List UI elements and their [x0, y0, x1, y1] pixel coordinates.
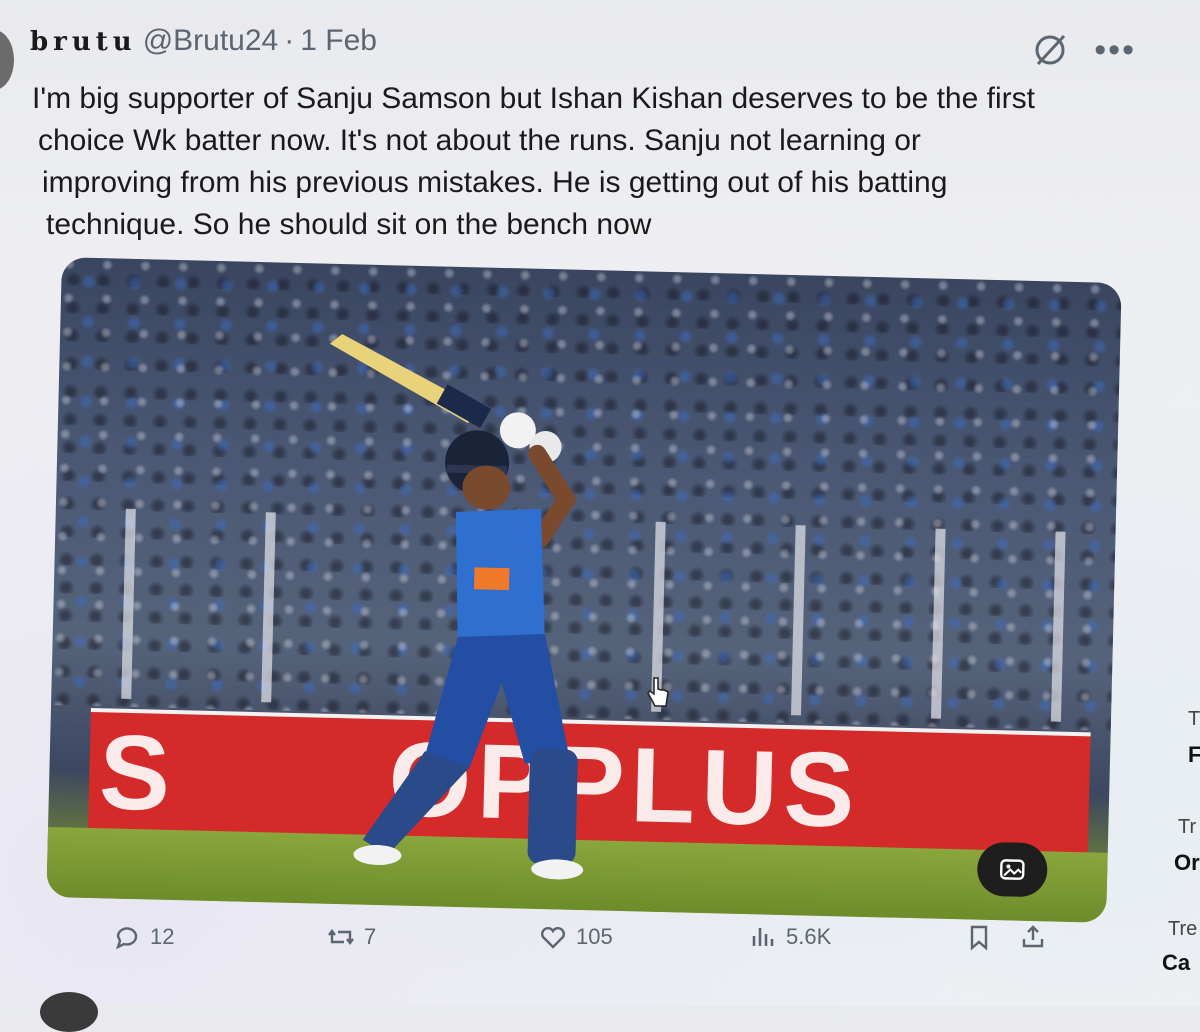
share-icon [1022, 925, 1044, 948]
repost-count: 7 [364, 924, 377, 949]
trend-title[interactable]: Ca [1162, 950, 1190, 976]
handle[interactable]: @Brutu24 [143, 24, 279, 58]
media-alt-badge[interactable] [976, 841, 1048, 898]
tweet-text-line: improving from his previous mistakes. He… [42, 166, 948, 199]
trend-category: T [1188, 708, 1200, 730]
tweet-header: brutu @Brutu24 · 1 Feb [30, 24, 377, 58]
heart-icon [540, 926, 566, 949]
bookmark-icon [970, 925, 988, 951]
like-count: 105 [576, 924, 613, 949]
tweet-text-line: technique. So he should sit on the bench… [46, 208, 652, 241]
header-actions: ••• [1030, 30, 1136, 70]
reply-icon [115, 927, 138, 950]
batter-figure [329, 334, 584, 880]
views-button[interactable]: 5.6K [748, 922, 831, 952]
tweet-text-line: I'm big supporter of Sanju Samson but Is… [32, 82, 1035, 115]
trend-title[interactable]: Or [1174, 850, 1200, 876]
share-button[interactable] [1018, 922, 1048, 952]
avatar[interactable] [0, 30, 14, 90]
repost-icon [328, 929, 354, 945]
views-count: 5.6K [786, 924, 832, 949]
hand-cursor-icon [647, 677, 669, 707]
trend-title[interactable]: F [1188, 742, 1200, 768]
reply-button[interactable]: 12 [112, 922, 174, 952]
tweet-text-line: choice Wk batter now. It's not about the… [38, 124, 921, 157]
like-button[interactable]: 105 [538, 922, 613, 952]
tweet-media-photo[interactable]: S OPPLUS [46, 257, 1122, 923]
reply-count: 12 [150, 924, 175, 949]
header-separator: · [284, 24, 295, 57]
display-name[interactable]: brutu [30, 27, 137, 57]
trend-category: Tre [1168, 918, 1198, 940]
post-date[interactable]: 1 Feb [300, 24, 377, 58]
image-alt-icon [999, 859, 1025, 880]
tweet-actions-bar: 12 7 105 5.6K [112, 922, 1052, 964]
tweet-text: I'm big supporter of Sanju Samson but Is… [32, 78, 1152, 246]
more-options-icon[interactable]: ••• [1094, 33, 1136, 67]
views-chart-icon [752, 928, 774, 946]
next-post-avatar[interactable] [40, 992, 98, 1032]
grok-icon[interactable] [1030, 30, 1070, 70]
trend-category: Tr [1178, 816, 1197, 838]
repost-button[interactable]: 7 [326, 922, 376, 952]
bookmark-button[interactable] [964, 922, 994, 952]
